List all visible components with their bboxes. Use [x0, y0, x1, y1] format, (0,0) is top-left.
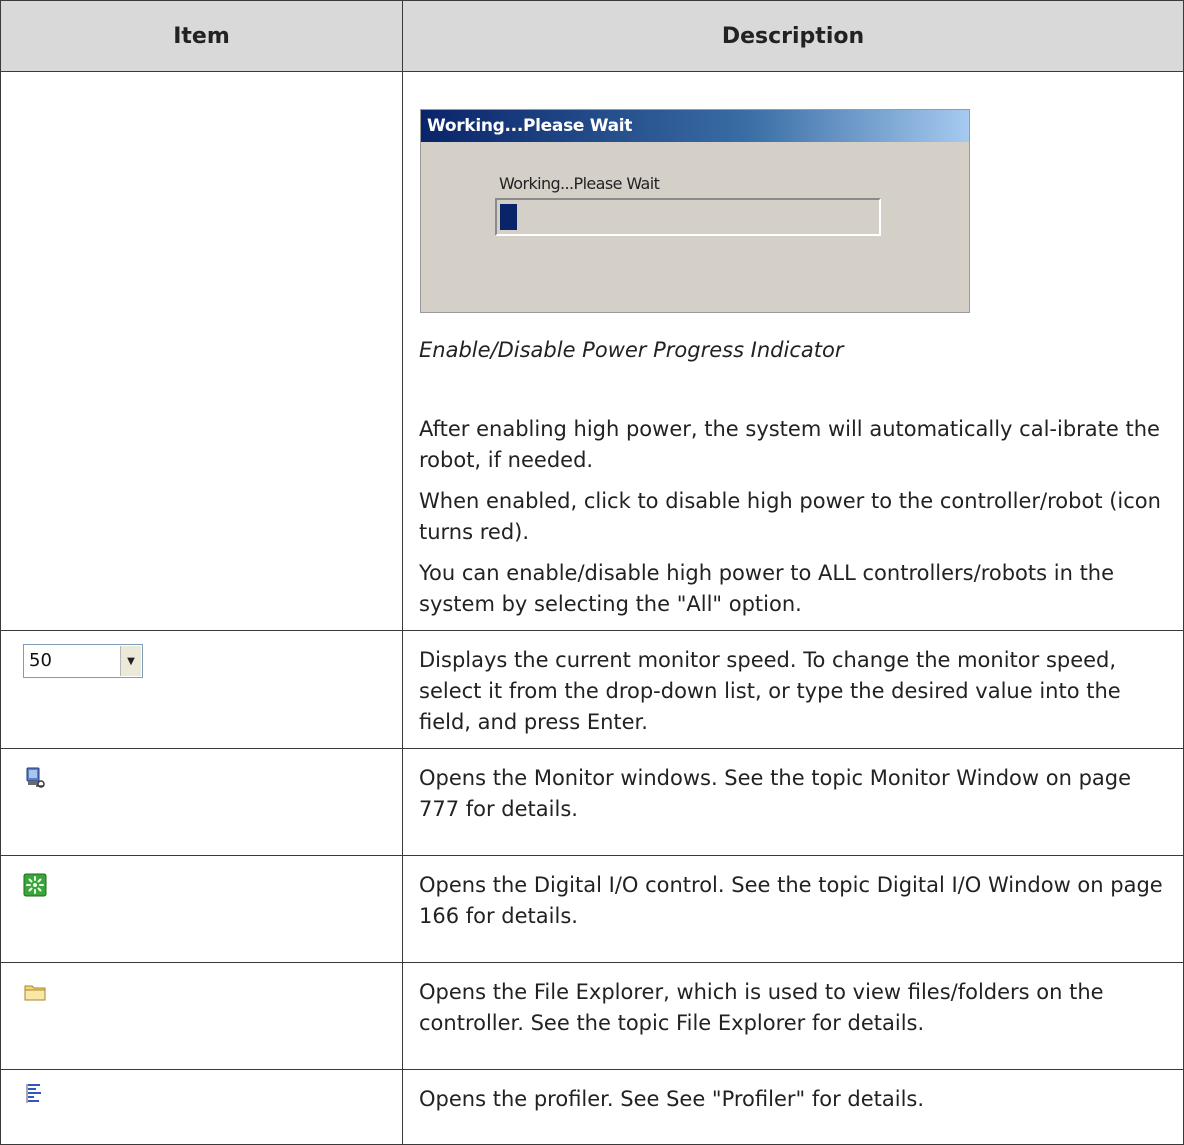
- description-paragraph: When enabled, click to disable high powe…: [419, 489, 1161, 544]
- item-cell: [0, 962, 403, 1070]
- description-paragraph: Opens the Monitor windows. See the topic…: [419, 766, 1132, 821]
- chevron-down-icon[interactable]: ▼: [120, 646, 141, 676]
- item-cell: [0, 1069, 403, 1145]
- monitor-speed-combo[interactable]: 50 ▼: [23, 644, 143, 678]
- header-item: Item: [0, 0, 403, 72]
- item-cell-empty: [0, 71, 403, 631]
- description-cell: Working...Please Wait Working...Please W…: [402, 71, 1184, 631]
- item-cell: [0, 748, 403, 856]
- header-row: Item Description: [0, 0, 1184, 72]
- dialog-label: Working...Please Wait: [499, 174, 660, 193]
- progress-bar: [495, 198, 881, 236]
- progress-bar-fill: [500, 204, 517, 230]
- progress-dialog-screenshot: Working...Please Wait Working...Please W…: [420, 109, 970, 313]
- profiler-icon[interactable]: [23, 1082, 47, 1106]
- description-paragraph: Opens the profiler. See See "Profiler" f…: [419, 1087, 925, 1111]
- description-paragraph: Displays the current monitor speed. To c…: [419, 648, 1121, 734]
- description-cell: Opens the File Explorer, which is used t…: [402, 962, 1184, 1070]
- figure-caption: Enable/Disable Power Progress Indicator: [419, 338, 844, 362]
- description-paragraph: You can enable/disable high power to ALL…: [419, 561, 1115, 616]
- description-paragraph: After enabling high power, the system wi…: [419, 417, 1160, 472]
- digital-io-icon[interactable]: [23, 873, 47, 897]
- description-cell: Opens the Digital I/O control. See the t…: [402, 855, 1184, 963]
- description-paragraph: Opens the Digital I/O control. See the t…: [419, 873, 1163, 928]
- description-cell: Opens the Monitor windows. See the topic…: [402, 748, 1184, 856]
- table-row: Opens the profiler. See See "Profiler" f…: [0, 1069, 1184, 1145]
- header-description: Description: [402, 0, 1184, 72]
- description-cell: Displays the current monitor speed. To c…: [402, 630, 1184, 749]
- item-cell: [0, 855, 403, 963]
- table-row: Working...Please Wait Working...Please W…: [0, 71, 1184, 631]
- table-row: Opens the Digital I/O control. See the t…: [0, 855, 1184, 963]
- reference-table: Item Description Working...Please Wait W…: [0, 0, 1184, 1145]
- table-row: 50 ▼ Displays the current monitor speed.…: [0, 630, 1184, 749]
- table-row: Opens the Monitor windows. See the topic…: [0, 748, 1184, 856]
- table-row: Opens the File Explorer, which is used t…: [0, 962, 1184, 1070]
- description-paragraph: Opens the File Explorer, which is used t…: [419, 980, 1104, 1035]
- description-cell: Opens the profiler. See See "Profiler" f…: [402, 1069, 1184, 1145]
- monitor-speed-value: 50: [29, 650, 52, 671]
- folder-icon[interactable]: [23, 980, 47, 1004]
- dialog-title: Working...Please Wait: [421, 110, 969, 142]
- item-cell: 50 ▼: [0, 630, 403, 749]
- monitor-window-icon[interactable]: [23, 766, 47, 790]
